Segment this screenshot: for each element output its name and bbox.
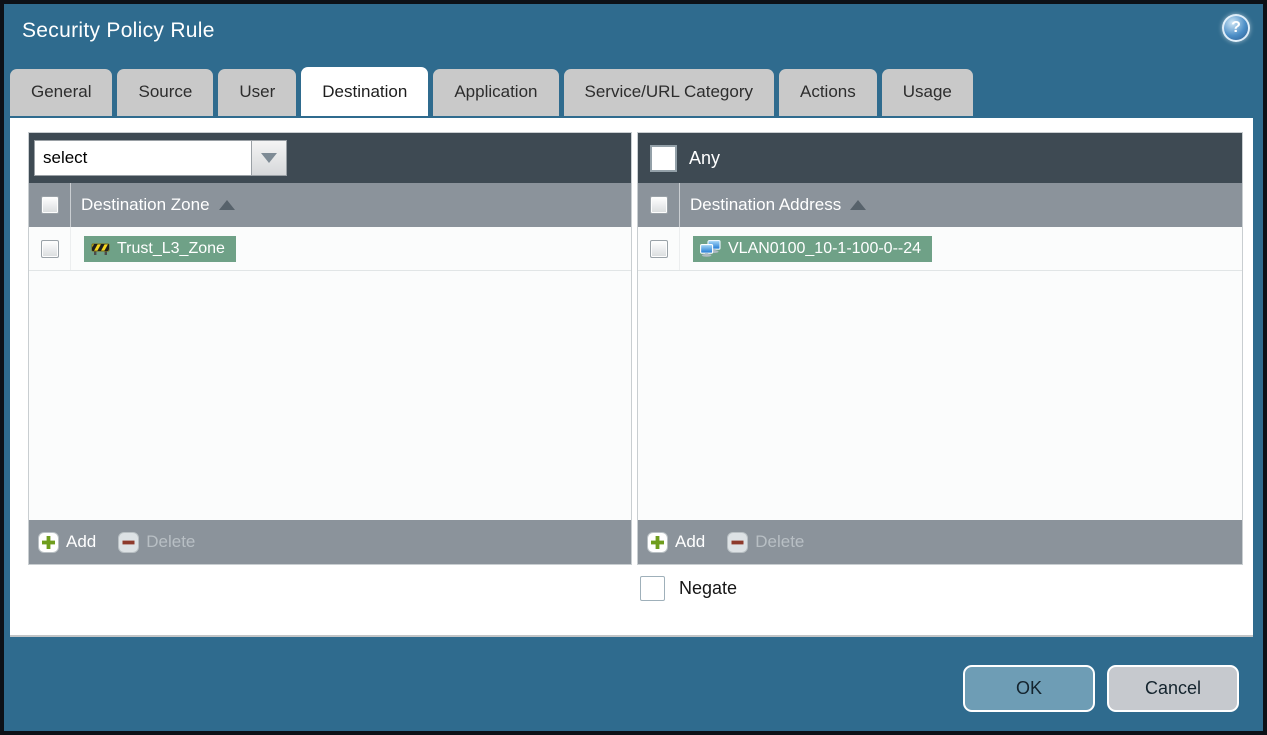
chevron-down-icon (261, 153, 277, 163)
network-address-icon (700, 240, 721, 257)
add-zone-button[interactable]: Add (38, 531, 97, 553)
zone-list: Trust_L3_Zone (29, 227, 631, 520)
add-address-label: Add (675, 532, 706, 551)
delete-zone-button[interactable]: Delete (118, 531, 196, 553)
zone-type-select-input[interactable] (34, 140, 251, 176)
zone-icon (91, 243, 110, 255)
tab-usage[interactable]: Usage (881, 69, 973, 116)
address-column-label: Destination Address (690, 195, 842, 214)
address-panel-footer: Add Delete (638, 520, 1242, 564)
sort-ascending-icon[interactable] (218, 200, 235, 210)
destination-address-panel: Any Destination Address VLAN0100_10-1-10… (637, 132, 1243, 565)
address-panel-toolbar: Any (638, 133, 1242, 183)
address-chip-label: VLAN0100_10-1-100-0--24 (728, 239, 922, 257)
plus-icon (647, 531, 668, 553)
zone-row-checkbox-cell (29, 227, 71, 270)
tab-application[interactable]: Application (433, 69, 559, 116)
minus-icon (727, 531, 749, 553)
delete-address-button[interactable]: Delete (727, 531, 805, 553)
destination-zone-panel: Destination Zone (28, 132, 632, 565)
zone-type-select (34, 140, 287, 176)
add-address-button[interactable]: Add (647, 531, 706, 553)
zone-column-header: Destination Zone (29, 183, 631, 227)
zone-chip[interactable]: Trust_L3_Zone (84, 235, 236, 262)
address-row-checkbox-cell (638, 227, 680, 270)
zone-type-select-dropdown-button[interactable] (251, 140, 287, 176)
table-row[interactable]: VLAN0100_10-1-100-0--24 (638, 227, 1242, 271)
any-label: Any (689, 147, 721, 168)
tab-destination[interactable]: Destination (301, 67, 429, 116)
any-checkbox[interactable] (650, 144, 677, 172)
add-zone-label: Add (66, 532, 97, 551)
cancel-button[interactable]: Cancel (1107, 665, 1239, 712)
plus-icon (38, 531, 59, 553)
zone-panel-footer: Add Delete (29, 520, 631, 564)
zone-row-checkbox[interactable] (40, 239, 59, 258)
sort-ascending-icon[interactable] (850, 200, 867, 210)
address-chip[interactable]: VLAN0100_10-1-100-0--24 (693, 235, 933, 262)
address-select-all-checkbox[interactable] (649, 196, 668, 214)
tab-service-url-category[interactable]: Service/URL Category (563, 69, 774, 116)
tab-bar: General Source User Destination Applicat… (10, 67, 973, 116)
delete-address-label: Delete (755, 532, 805, 551)
zone-select-all-cell (29, 183, 71, 227)
ok-button[interactable]: OK (963, 665, 1095, 712)
zone-select-all-checkbox[interactable] (40, 196, 59, 214)
negate-label: Negate (679, 578, 738, 598)
negate-checkbox[interactable] (640, 576, 665, 601)
destination-tab-content: Destination Zone (10, 118, 1253, 637)
delete-zone-label: Delete (146, 532, 196, 551)
tab-actions[interactable]: Actions (779, 69, 877, 116)
tab-general[interactable]: General (10, 69, 113, 116)
tab-source[interactable]: Source (117, 69, 214, 116)
security-policy-rule-dialog: Security Policy Rule ? General Source Us… (0, 0, 1267, 735)
negate-option: Negate (640, 576, 737, 601)
zone-column-label: Destination Zone (81, 195, 210, 214)
address-column-header: Destination Address (638, 183, 1242, 227)
address-row-checkbox[interactable] (649, 239, 668, 258)
tab-user[interactable]: User (218, 69, 297, 116)
zone-chip-label: Trust_L3_Zone (117, 239, 225, 257)
table-row[interactable]: Trust_L3_Zone (29, 227, 631, 271)
address-select-all-cell (638, 183, 680, 227)
zone-panel-toolbar (29, 133, 631, 183)
minus-icon (118, 531, 140, 553)
address-list: VLAN0100_10-1-100-0--24 (638, 227, 1242, 520)
dialog-title: Security Policy Rule (22, 19, 215, 42)
help-icon[interactable]: ? (1222, 14, 1250, 42)
